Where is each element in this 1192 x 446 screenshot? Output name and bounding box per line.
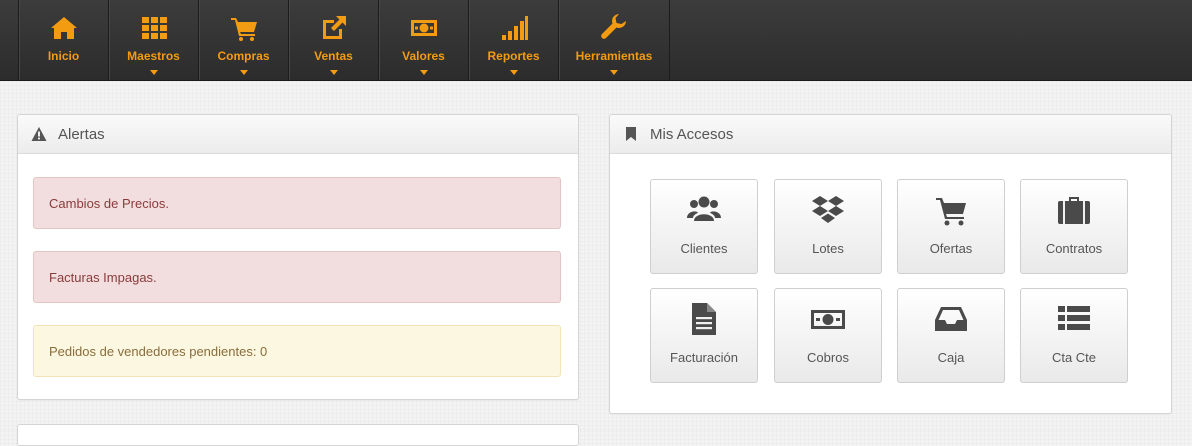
caret-down-icon — [239, 70, 248, 75]
top-navbar: Inicio Maestros Compras Ventas Valores R… — [0, 0, 1192, 81]
tile-label: Caja — [937, 350, 965, 365]
caret-down-icon — [329, 70, 338, 75]
nav-label: Herramientas — [575, 49, 653, 63]
nav-label: Maestros — [127, 49, 180, 63]
nav-label: Compras — [217, 49, 270, 63]
caret-down-icon — [610, 70, 618, 75]
alert-unpaid-invoices[interactable]: Facturas Impagas. — [33, 251, 561, 303]
banknote-icon — [775, 302, 881, 336]
cart-icon — [898, 193, 1004, 227]
nav-label: Ventas — [314, 49, 353, 63]
nav-label: Inicio — [47, 49, 80, 63]
tile-caja[interactable]: Caja — [897, 288, 1005, 383]
signal-icon — [469, 14, 558, 42]
tile-ofertas[interactable]: Ofertas — [897, 179, 1005, 274]
tile-cobros[interactable]: Cobros — [774, 288, 882, 383]
access-panel-title: Mis Accesos — [650, 126, 734, 143]
bookmark-icon — [623, 126, 639, 142]
warning-icon — [31, 126, 47, 142]
dropbox-icon — [775, 193, 881, 227]
nav-item-reportes[interactable]: Reportes — [469, 0, 559, 80]
banknote-icon — [379, 14, 468, 42]
alerts-panel-header: Alertas — [18, 115, 578, 154]
nav-item-inicio[interactable]: Inicio — [19, 0, 109, 80]
home-icon — [19, 14, 108, 42]
alerts-panel-title: Alertas — [58, 126, 105, 143]
tile-contratos[interactable]: Contratos — [1020, 179, 1128, 274]
main-nav: Inicio Maestros Compras Ventas Valores R… — [18, 0, 670, 80]
tile-facturacion[interactable]: Facturación — [650, 288, 758, 383]
tile-lotes[interactable]: Lotes — [774, 179, 882, 274]
nav-item-ventas[interactable]: Ventas — [289, 0, 379, 80]
inbox-icon — [898, 302, 1004, 336]
nav-item-maestros[interactable]: Maestros — [109, 0, 199, 80]
tile-label: Facturación — [670, 350, 738, 365]
users-icon — [651, 193, 757, 227]
external-link-icon — [289, 14, 378, 42]
caret-down-icon — [149, 70, 158, 75]
tile-label: Cobros — [807, 350, 849, 365]
briefcase-icon — [1021, 193, 1127, 227]
file-text-icon — [651, 302, 757, 336]
wrench-icon — [559, 14, 669, 42]
tile-label: Contratos — [1045, 241, 1103, 256]
nav-label: Reportes — [487, 49, 540, 63]
list-icon — [1021, 302, 1127, 336]
nav-item-compras[interactable]: Compras — [199, 0, 289, 80]
access-panel-header: Mis Accesos — [610, 115, 1171, 154]
alert-pending-orders[interactable]: Pedidos de vendedores pendientes: 0 — [33, 325, 561, 377]
cart-icon — [199, 14, 288, 42]
tile-cta-cte[interactable]: Cta Cte — [1020, 288, 1128, 383]
tile-label: Ofertas — [929, 241, 973, 256]
nav-item-valores[interactable]: Valores — [379, 0, 469, 80]
tile-clientes[interactable]: Clientes — [650, 179, 758, 274]
tile-label: Cta Cte — [1051, 350, 1097, 365]
next-panel-edge — [17, 424, 579, 446]
nav-label: Valores — [402, 49, 445, 63]
access-panel: Mis Accesos Clientes Lotes Ofertas Contr… — [609, 114, 1172, 414]
caret-down-icon — [509, 70, 518, 75]
tile-label: Clientes — [680, 241, 728, 256]
grid-icon — [109, 14, 198, 42]
alerts-panel: Alertas Cambios de Precios. Facturas Imp… — [17, 114, 579, 400]
nav-item-herramientas[interactable]: Herramientas — [559, 0, 670, 80]
caret-down-icon — [419, 70, 428, 75]
tile-label: Lotes — [812, 241, 844, 256]
alert-price-changes[interactable]: Cambios de Precios. — [33, 177, 561, 229]
